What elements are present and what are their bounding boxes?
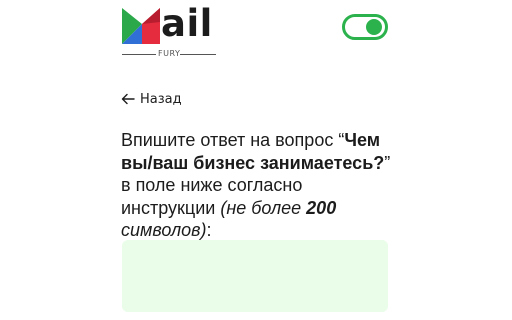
page: ail FURY Назад Впишите ответ на вопрос “… [0, 0, 512, 320]
instruction-part1: Впишите ответ на вопрос “ [121, 130, 345, 150]
instruction-part3: : [206, 220, 212, 240]
instruction-text: Впишите ответ на вопрос “Чем вы/ваш бизн… [121, 129, 391, 242]
mailfury-logo: ail FURY [122, 2, 218, 60]
toggle-knob [366, 19, 382, 35]
instruction-limit-prefix: (не более [220, 197, 307, 218]
back-link[interactable]: Назад [121, 89, 182, 109]
logo-m-mark-icon [122, 8, 160, 44]
toggle-switch[interactable] [342, 14, 388, 40]
instruction-limit-number: 200 [306, 197, 337, 218]
arrow-left-icon [121, 93, 135, 105]
logo-wordmark: ail [161, 2, 213, 45]
instruction-limit-suffix: символов) [121, 220, 207, 240]
back-label: Назад [140, 91, 182, 107]
logo-subtitle-text: FURY [158, 49, 181, 58]
logo-subtitle: FURY [122, 48, 216, 60]
answer-textarea[interactable] [122, 240, 388, 312]
